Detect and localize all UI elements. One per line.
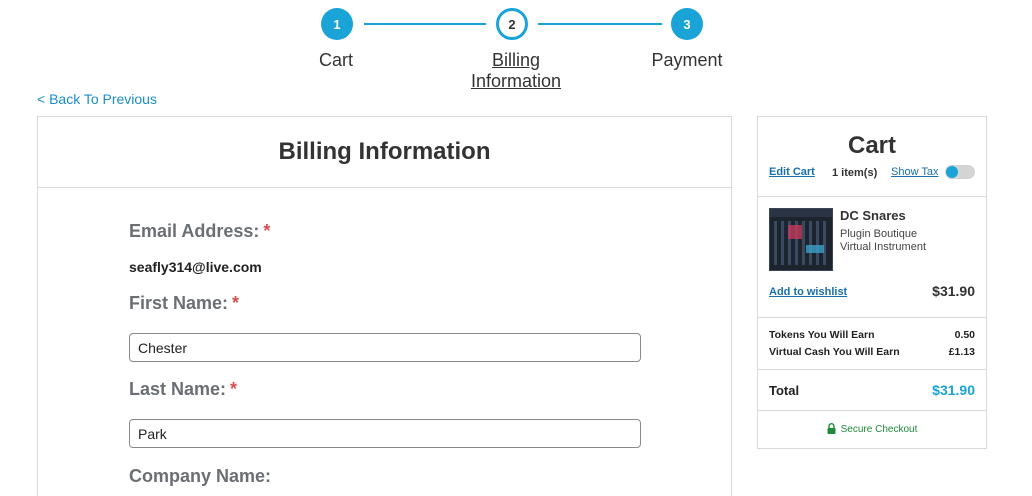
add-to-wishlist-link[interactable]: Add to wishlist: [769, 286, 847, 298]
divider: [758, 317, 986, 318]
virtual-cash-label: Virtual Cash You Will Earn: [769, 346, 900, 358]
step-payment-label: Payment: [651, 50, 723, 70]
back-to-previous-link[interactable]: < Back To Previous: [37, 91, 157, 107]
item-count: 1 item(s): [832, 167, 878, 179]
email-label: Email Address: *: [129, 221, 271, 241]
show-tax-link[interactable]: Show Tax: [891, 166, 939, 178]
product-thumbnail[interactable]: [769, 208, 833, 271]
divider: [758, 410, 986, 411]
first-name-input[interactable]: Chester: [129, 333, 641, 362]
secure-checkout-label: Secure Checkout: [840, 424, 918, 435]
cart-meta-row: Edit Cart 1 item(s) Show Tax: [769, 165, 975, 181]
lock-icon: [827, 423, 836, 437]
last-name-label: Last Name: *: [129, 379, 238, 399]
step-billing-label: Billing Information: [470, 50, 562, 91]
required-marker: *: [230, 379, 238, 399]
email-value: seafly314@live.com: [129, 259, 262, 275]
total-value: $31.90: [932, 382, 975, 398]
company-name-label: Company Name:: [129, 466, 272, 486]
cart-title: Cart: [847, 132, 896, 159]
product-vendor: Plugin Boutique: [840, 228, 918, 240]
checkout-stepper: 1 2 3 Cart Billing Information Payment: [0, 0, 1032, 96]
secure-checkout-badge: Secure Checkout: [758, 423, 986, 437]
step-2-circle: 2: [496, 8, 528, 40]
divider: [758, 369, 986, 370]
cart-panel: Cart Edit Cart 1 item(s) Show Tax DC Sna…: [757, 116, 987, 449]
virtual-cash-value: £1.13: [948, 346, 975, 358]
step-3-circle: 3: [671, 8, 703, 40]
total-label: Total: [769, 383, 800, 398]
toggle-knob: [946, 166, 958, 178]
tokens-label: Tokens You Will Earn: [769, 329, 875, 341]
edit-cart-link[interactable]: Edit Cart: [769, 166, 815, 178]
stepper-connector: [364, 23, 486, 25]
billing-header: Billing Information: [38, 117, 731, 188]
last-name-input[interactable]: Park: [129, 419, 641, 448]
tokens-row: Tokens You Will Earn 0.50: [769, 329, 975, 341]
step-cart-label[interactable]: Cart: [296, 50, 376, 71]
billing-title: Billing Information: [278, 138, 491, 165]
first-name-label: First Name: *: [129, 293, 240, 313]
required-marker: *: [263, 221, 271, 241]
product-type: Virtual Instrument: [840, 241, 927, 253]
step-1-circle[interactable]: 1: [321, 8, 353, 40]
divider: [758, 196, 986, 197]
tokens-value: 0.50: [954, 329, 975, 341]
virtual-cash-row: Virtual Cash You Will Earn £1.13: [769, 346, 975, 358]
stepper-connector: [538, 23, 662, 25]
show-tax-toggle[interactable]: [945, 165, 975, 179]
product-name[interactable]: DC Snares: [840, 208, 906, 223]
product-price: $31.90: [932, 283, 975, 299]
required-marker: *: [232, 293, 240, 313]
billing-panel: Billing Information Email Address: * seaf…: [37, 116, 732, 496]
